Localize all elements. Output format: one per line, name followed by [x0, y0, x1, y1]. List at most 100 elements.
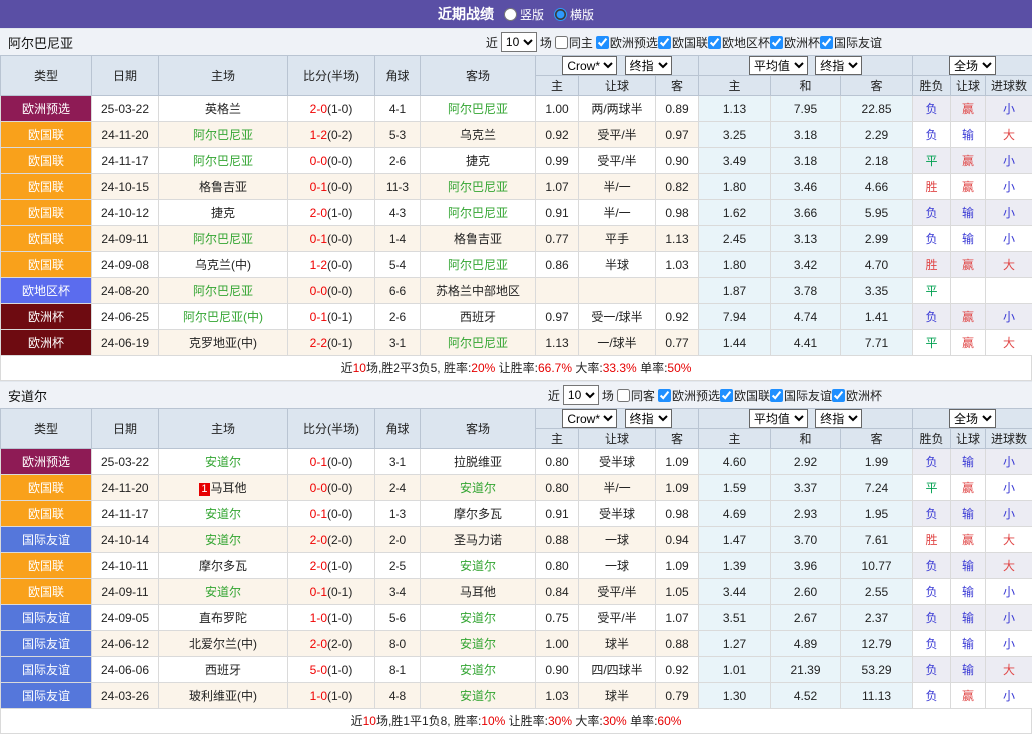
away-team-name: 苏格兰中部地区 — [436, 284, 520, 298]
horizontal-radio[interactable] — [554, 8, 567, 21]
odds-away: 1.09 — [656, 553, 699, 579]
away-team-name: 安道尔 — [460, 663, 496, 677]
same-side-filter[interactable]: 同客 — [617, 387, 655, 404]
corners: 5-4 — [375, 252, 421, 278]
match-count-select[interactable]: 10 — [501, 32, 537, 52]
league-checkbox[interactable] — [820, 36, 833, 49]
odds-home: 1.13 — [536, 330, 579, 356]
away-team: 圣马力诺 — [421, 527, 536, 553]
league-checkbox[interactable] — [832, 389, 845, 402]
avg-draw-odds: 3.18 — [771, 122, 841, 148]
summary-text: 33.3% — [603, 361, 637, 375]
home-team: 玻利维亚(中) — [159, 683, 288, 709]
full-time-score: 0-1 — [310, 310, 327, 324]
odds-away: 0.92 — [656, 304, 699, 330]
league-filter[interactable]: 国际友谊 — [770, 387, 832, 404]
half-time-score: (1-0) — [327, 663, 352, 677]
layout-radio-vertical[interactable]: 竖版 — [504, 6, 544, 23]
odds-company-select[interactable]: Crow* — [562, 56, 617, 75]
odds-home: 0.80 — [536, 449, 579, 475]
filter-bar: 近 10 场 同客 欧洲预选欧国联国际友谊欧洲杯 — [548, 385, 882, 405]
match-row: 欧洲杯24-06-19克罗地亚(中)2-2(0-1)3-1阿尔巴尼亚1.13一/… — [1, 330, 1032, 356]
score: 0-1(0-1) — [288, 304, 375, 330]
half-time-score: (0-0) — [327, 507, 352, 521]
col-odds-away: 客 — [656, 76, 699, 96]
league-filter[interactable]: 欧洲杯 — [832, 387, 882, 404]
league-checkbox[interactable] — [596, 36, 609, 49]
league-filter[interactable]: 欧洲预选 — [596, 34, 658, 51]
avg-draw-odds: 4.52 — [771, 683, 841, 709]
away-team: 阿尔巴尼亚 — [421, 200, 536, 226]
result-winlose: 负 — [913, 683, 951, 709]
match-count-select[interactable]: 10 — [563, 385, 599, 405]
score: 1-2(0-0) — [288, 252, 375, 278]
odds-home: 0.99 — [536, 148, 579, 174]
league-checkbox[interactable] — [708, 36, 721, 49]
league-checkbox[interactable] — [658, 389, 671, 402]
avg-time-select[interactable]: 终指 — [815, 56, 862, 75]
odds-time-select[interactable]: 终指 — [625, 56, 672, 75]
odds-away: 0.89 — [656, 96, 699, 122]
avg-company-select[interactable]: 平均值 — [749, 56, 808, 75]
col-odds-handicap: 让球 — [579, 429, 656, 449]
result-handicap: 输 — [951, 501, 986, 527]
match-date: 24-10-15 — [92, 174, 159, 200]
same-side-checkbox[interactable] — [555, 36, 568, 49]
league-filter[interactable]: 欧地区杯 — [708, 34, 770, 51]
league-checkbox[interactable] — [658, 36, 671, 49]
odds-time-select[interactable]: 终指 — [625, 409, 672, 428]
vertical-radio[interactable] — [504, 8, 517, 21]
league-filter[interactable]: 欧国联 — [658, 34, 708, 51]
home-team: 摩尔多瓦 — [159, 553, 288, 579]
score: 1-2(0-2) — [288, 122, 375, 148]
result-handicap: 赢 — [951, 252, 986, 278]
home-team: 乌克兰(中) — [159, 252, 288, 278]
full-time-score: 5-0 — [310, 663, 327, 677]
section-control-row: 阿尔巴尼亚 近 10 场 同主 欧洲预选欧国联欧地区杯欧洲杯国际友谊 — [0, 28, 1032, 55]
league-filter[interactable]: 欧洲杯 — [770, 34, 820, 51]
odds-company-select[interactable]: Crow* — [562, 409, 617, 428]
near-label: 近 — [548, 387, 560, 404]
home-team-name: 阿尔巴尼亚 — [193, 232, 253, 246]
home-team: 直布罗陀 — [159, 605, 288, 631]
result-winlose: 胜 — [913, 174, 951, 200]
same-side-filter[interactable]: 同主 — [555, 34, 593, 51]
league-checkbox[interactable] — [770, 389, 783, 402]
scope-select[interactable]: 全场 — [949, 409, 996, 428]
avg-home-odds: 1.80 — [699, 252, 771, 278]
league-filter[interactable]: 国际友谊 — [820, 34, 882, 51]
team-section-albania: 阿尔巴尼亚 近 10 场 同主 欧洲预选欧国联欧地区杯欧洲杯国际友谊 类型 日期… — [0, 28, 1032, 381]
league-checkbox[interactable] — [720, 389, 733, 402]
same-side-checkbox[interactable] — [617, 389, 630, 402]
score: 2-0(1-0) — [288, 96, 375, 122]
half-time-score: (1-0) — [327, 102, 352, 116]
result-handicap: 输 — [951, 122, 986, 148]
col-type: 类型 — [1, 56, 92, 96]
half-time-score: (1-0) — [327, 206, 352, 220]
odds-home: 0.92 — [536, 122, 579, 148]
results-table: 类型 日期 主场 比分(半场) 角球 客场 Crow* 终指 平均值 终指 全场 — [0, 408, 1032, 709]
result-goals: 小 — [986, 683, 1032, 709]
league-checkbox[interactable] — [770, 36, 783, 49]
league-filter[interactable]: 欧洲预选 — [658, 387, 720, 404]
result-handicap: 输 — [951, 657, 986, 683]
odds-home: 0.86 — [536, 252, 579, 278]
league-badge: 国际友谊 — [1, 657, 92, 683]
home-team-name: 阿尔巴尼亚(中) — [183, 310, 263, 324]
away-team-name: 阿尔巴尼亚 — [448, 180, 508, 194]
avg-company-select[interactable]: 平均值 — [749, 409, 808, 428]
avg-time-select[interactable]: 终指 — [815, 409, 862, 428]
home-team: 北爱尔兰(中) — [159, 631, 288, 657]
match-date: 24-06-06 — [92, 657, 159, 683]
league-filter[interactable]: 欧国联 — [720, 387, 770, 404]
result-winlose: 平 — [913, 148, 951, 174]
summary-text: 让胜率: — [495, 361, 538, 375]
col-avg-home: 主 — [699, 76, 771, 96]
full-time-score: 0-1 — [310, 507, 327, 521]
corners: 1-3 — [375, 501, 421, 527]
scope-select[interactable]: 全场 — [949, 56, 996, 75]
full-time-score: 0-1 — [310, 455, 327, 469]
avg-draw-odds: 2.93 — [771, 501, 841, 527]
result-handicap: 输 — [951, 449, 986, 475]
layout-radio-horizontal[interactable]: 横版 — [554, 6, 594, 23]
